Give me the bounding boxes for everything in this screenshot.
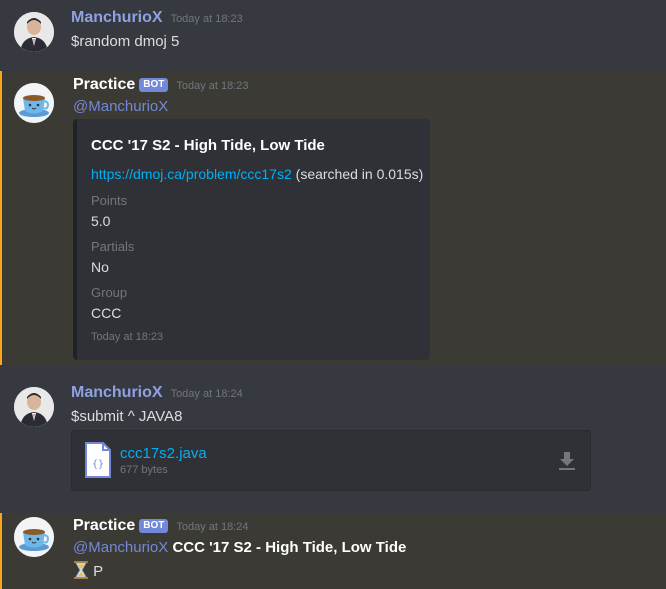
user-mention[interactable]: @ManchurioX	[73, 539, 168, 556]
embed-link-line: https://dmoj.ca/problem/ccc17s2 (searche…	[91, 166, 423, 182]
field-group-name: Group	[91, 285, 128, 300]
user-photo-icon	[14, 12, 54, 52]
embed-title: CCC '17 S2 - High Tide, Low Tide	[91, 137, 325, 154]
problem-link[interactable]: https://dmoj.ca/problem/ccc17s2	[91, 166, 292, 182]
teacup-icon	[14, 517, 54, 557]
author-name[interactable]: ManchurioX Today at 18:24	[71, 384, 243, 402]
field-partials-name: Partials	[91, 239, 135, 254]
attachment-size: 677 bytes	[120, 464, 168, 476]
search-time: (searched in 0.015s)	[295, 166, 424, 182]
field-points-value: 5.0	[91, 213, 111, 229]
message-manchuriox-2: ManchurioX Today at 18:24 $submit ^ JAVA8…	[0, 375, 666, 505]
code-file-icon: {}	[85, 442, 111, 478]
svg-text:{}: {}	[92, 459, 104, 470]
timestamp: Today at 18:23	[176, 80, 249, 92]
bot-badge: BOT	[139, 519, 169, 533]
status-text: P	[93, 563, 104, 580]
timestamp: Today at 18:24	[170, 388, 243, 400]
author-label[interactable]: ManchurioX	[71, 384, 163, 401]
user-photo-icon	[14, 387, 54, 427]
author-name[interactable]: ManchurioX Today at 18:23	[71, 9, 243, 27]
problem-embed: CCC '17 S2 - High Tide, Low Tide https:/…	[73, 119, 430, 360]
user-avatar[interactable]	[14, 387, 54, 427]
field-points-name: Points	[91, 193, 128, 208]
message-text-line: @ManchurioX CCC '17 S2 - High Tide, Low …	[73, 539, 406, 556]
message-text: $submit ^ JAVA8	[71, 408, 183, 425]
bot-avatar[interactable]	[14, 517, 54, 557]
timestamp: Today at 18:24	[176, 521, 249, 533]
message-manchuriox-1: ManchurioX Today at 18:23 $random dmoj 5	[0, 0, 666, 70]
hourglass-icon	[74, 561, 88, 579]
download-icon[interactable]	[558, 451, 576, 471]
problem-title-bold: CCC '17 S2 - High Tide, Low Tide	[172, 539, 407, 556]
field-partials-value: No	[91, 259, 109, 275]
user-mention[interactable]: @ManchurioX	[73, 98, 168, 115]
author-name[interactable]: Practice BOT Today at 18:24	[73, 517, 249, 535]
attachment-filename[interactable]: ccc17s2.java	[120, 445, 207, 462]
embed-footer-timestamp: Today at 18:23	[91, 331, 164, 343]
status-line: P	[73, 560, 103, 580]
file-attachment[interactable]: {} ccc17s2.java 677 bytes	[71, 430, 591, 491]
teacup-icon	[14, 83, 54, 123]
timestamp: Today at 18:23	[170, 13, 243, 25]
author-name[interactable]: Practice BOT Today at 18:23	[73, 76, 249, 94]
field-group-value: CCC	[91, 305, 122, 321]
user-avatar[interactable]	[14, 12, 54, 52]
bot-avatar[interactable]	[14, 83, 54, 123]
message-practice-bot-1: Practice BOT Today at 18:23 @ManchurioX CC…	[0, 71, 666, 365]
author-label[interactable]: Practice	[73, 517, 135, 534]
message-practice-bot-2: Practice BOT Today at 18:24 @ManchurioX CC…	[0, 513, 666, 589]
message-text: $random dmoj 5	[71, 33, 180, 50]
bot-badge: BOT	[139, 78, 169, 92]
author-label[interactable]: ManchurioX	[71, 9, 163, 26]
author-label[interactable]: Practice	[73, 76, 135, 93]
